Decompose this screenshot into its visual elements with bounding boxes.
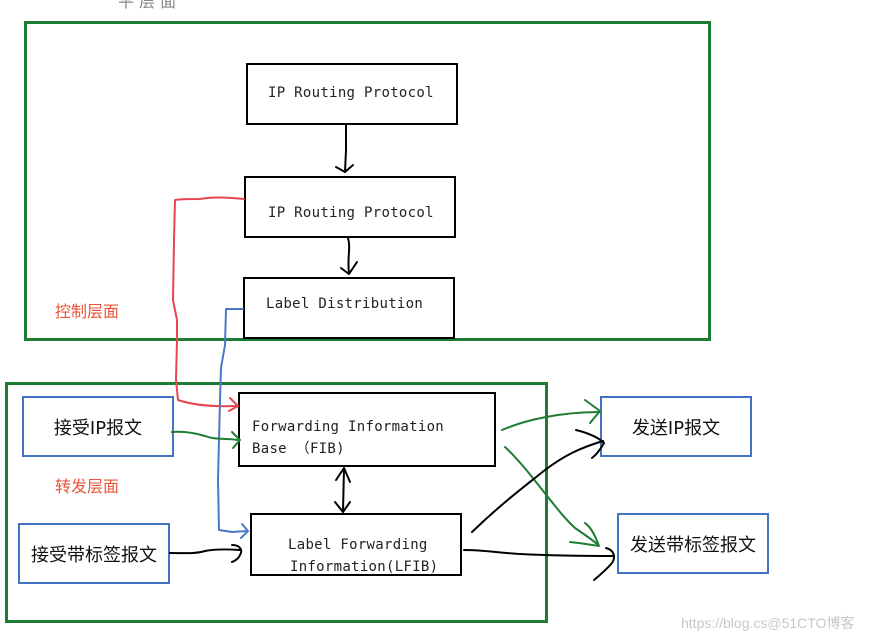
ip-routing-protocol-label-1: IP Routing Protocol bbox=[268, 85, 434, 101]
control-plane-label: 控制层面 bbox=[55, 302, 120, 321]
ip-routing-protocol-label-2: IP Routing Protocol bbox=[268, 205, 434, 221]
fib-label-line1: Forwarding Information bbox=[252, 419, 445, 435]
lfib-label-line1: Label Forwarding bbox=[288, 537, 428, 553]
lfib-box: Label Forwarding Information(LFIB) bbox=[250, 513, 462, 576]
receive-labeled-packet-box: 接受带标签报文 bbox=[18, 523, 170, 584]
label-distribution-label: Label Distribution bbox=[266, 296, 424, 312]
cropped-top-text: 平 层 面 bbox=[118, 0, 177, 11]
send-labeled-packet-box: 发送带标签报文 bbox=[617, 513, 769, 574]
receive-ip-packet-box: 接受IP报文 bbox=[22, 396, 174, 457]
fib-label-line2: Base （FIB) bbox=[252, 441, 345, 457]
ip-routing-protocol-box-1: IP Routing Protocol bbox=[246, 63, 458, 125]
receive-ip-packet-label: 接受IP报文 bbox=[53, 417, 143, 439]
lfib-label-line2: Information(LFIB) bbox=[290, 559, 439, 575]
send-ip-packet-box: 发送IP报文 bbox=[600, 396, 752, 457]
label-distribution-box: Label Distribution bbox=[243, 277, 455, 339]
arrowhead-fib-to-send-labeled bbox=[569, 522, 600, 547]
send-labeled-packet-label: 发送带标签报文 bbox=[630, 534, 756, 556]
arrowhead-fib-to-send-ip bbox=[584, 399, 601, 424]
fib-box: Forwarding Information Base （FIB) bbox=[238, 392, 496, 467]
arrowhead-lfib-to-send-labeled bbox=[593, 547, 615, 581]
ip-routing-protocol-box-2: IP Routing Protocol bbox=[244, 176, 456, 238]
forwarding-plane-label: 转发层面 bbox=[55, 477, 120, 496]
watermark: https://blog.cs@51CTO博客 bbox=[681, 615, 855, 631]
receive-labeled-packet-label: 接受带标签报文 bbox=[31, 544, 157, 566]
send-ip-packet-label: 发送IP报文 bbox=[631, 417, 721, 439]
